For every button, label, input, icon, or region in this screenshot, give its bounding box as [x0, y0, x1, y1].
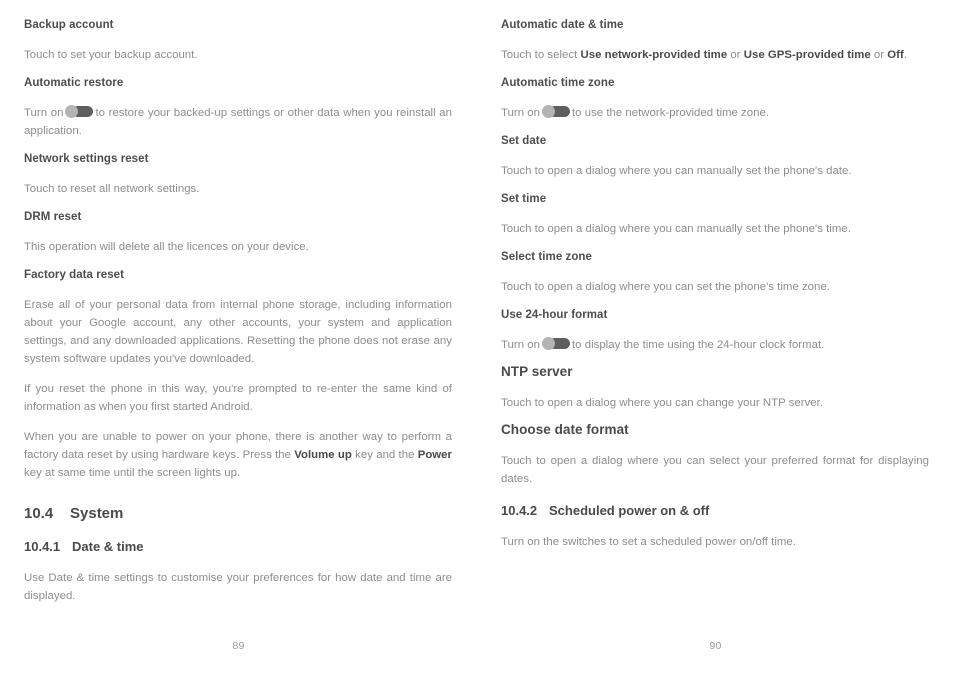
text-automatic-restore-before: Turn on	[24, 107, 64, 119]
text-adt-part2: or	[727, 49, 744, 61]
text-u24-before: Turn on	[501, 339, 540, 351]
text-select-time-zone: Touch to open a dialog where you can set…	[501, 281, 830, 293]
heading-factory-data-reset: Factory data reset	[24, 269, 124, 281]
page-left-content: Backup account Touch to set your backup …	[24, 18, 452, 605]
heading-subsection-scheduled-power: 10.4.2 Scheduled power on & off	[501, 502, 929, 520]
text-frp3-bold-volume-up: Volume up	[294, 449, 352, 461]
heading-set-date: Set date	[501, 135, 547, 147]
text-frp3-bold-power: Power	[417, 449, 452, 461]
toggle-switch-icon	[65, 105, 94, 118]
text-ntp-server: Touch to open a dialog where you can cha…	[501, 397, 824, 409]
text-atz-before: Turn on	[501, 107, 540, 119]
page-right-content: Automatic date & time Touch to select Us…	[501, 18, 929, 551]
text-use-24-hour-format: Turn on to display the time using the 24-…	[501, 336, 929, 354]
text-network-settings-reset: Touch to reset all network settings.	[24, 183, 200, 195]
text-frp3-part3: key at same time until the screen lights…	[24, 467, 241, 479]
toggle-knob	[541, 105, 555, 118]
heading-choose-date-format: Choose date format	[501, 422, 629, 437]
page-number-left: 89	[232, 640, 245, 652]
text-adt-bold-gps: Use GPS-provided time	[743, 49, 871, 61]
text-scheduled-power: Turn on the switches to set a scheduled …	[501, 536, 796, 548]
text-adt-bold-network: Use network-provided time	[580, 49, 728, 61]
text-set-time: Touch to open a dialog where you can man…	[501, 223, 851, 235]
section-number: 10.4	[24, 505, 54, 522]
heading-select-time-zone: Select time zone	[501, 251, 592, 263]
text-u24-after: to display the time using the 24-hour cl…	[571, 339, 825, 351]
heading-drm-reset: DRM reset	[24, 211, 82, 223]
heading-ntp-server: NTP server	[501, 364, 573, 379]
text-automatic-date-time: Touch to select Use network-provided tim…	[501, 46, 929, 64]
text-factory-data-reset-p3: When you are unable to power on your pho…	[24, 428, 452, 482]
page-number-right: 90	[709, 640, 722, 652]
subsection-number: 10.4.2	[501, 503, 538, 518]
text-adt-bold-off: Off	[887, 49, 904, 61]
heading-subsection-date-time: 10.4.1 Date & time	[24, 538, 452, 556]
text-date-time-intro: Use Date & time settings to customise yo…	[24, 572, 452, 602]
toggle-knob	[541, 337, 555, 350]
section-title: System	[70, 505, 124, 522]
toggle-switch-icon	[541, 105, 570, 118]
text-frp3-part2: key and the	[351, 449, 418, 461]
heading-set-time: Set time	[501, 193, 547, 205]
text-atz-after: to use the network-provided time zone.	[571, 107, 770, 119]
text-factory-data-reset-p1: Erase all of your personal data from int…	[24, 299, 452, 365]
text-factory-data-reset-p2: If you reset the phone in this way, you'…	[24, 383, 452, 413]
text-automatic-restore: Turn on to restore your backed-up setting…	[24, 104, 452, 140]
heading-backup-account: Backup account	[24, 19, 114, 31]
text-adt-part3: or	[870, 49, 888, 61]
text-backup-account: Touch to set your backup account.	[24, 49, 198, 61]
text-adt-part4: .	[903, 49, 907, 61]
toggle-switch-icon	[541, 337, 570, 350]
text-automatic-time-zone: Turn on to use the network-provided time …	[501, 104, 929, 122]
text-set-date: Touch to open a dialog where you can man…	[501, 165, 852, 177]
heading-section-system: 10.4 System	[24, 504, 452, 524]
page-left: Backup account Touch to set your backup …	[0, 0, 477, 678]
text-choose-date-format: Touch to open a dialog where you can sel…	[501, 455, 929, 485]
heading-network-settings-reset: Network settings reset	[24, 153, 149, 165]
text-adt-part1: Touch to select	[501, 49, 581, 61]
heading-automatic-time-zone: Automatic time zone	[501, 77, 615, 89]
page-right: Automatic date & time Touch to select Us…	[477, 0, 954, 678]
text-drm-reset: This operation will delete all the licen…	[24, 241, 309, 253]
subsection-title: Date & time	[72, 539, 144, 554]
subsection-title: Scheduled power on & off	[549, 503, 710, 518]
heading-use-24-hour-format: Use 24-hour format	[501, 309, 608, 321]
heading-automatic-restore: Automatic restore	[24, 77, 124, 89]
document-spread: Backup account Touch to set your backup …	[0, 0, 954, 678]
heading-automatic-date-time: Automatic date & time	[501, 19, 624, 31]
subsection-number: 10.4.1	[24, 539, 61, 554]
